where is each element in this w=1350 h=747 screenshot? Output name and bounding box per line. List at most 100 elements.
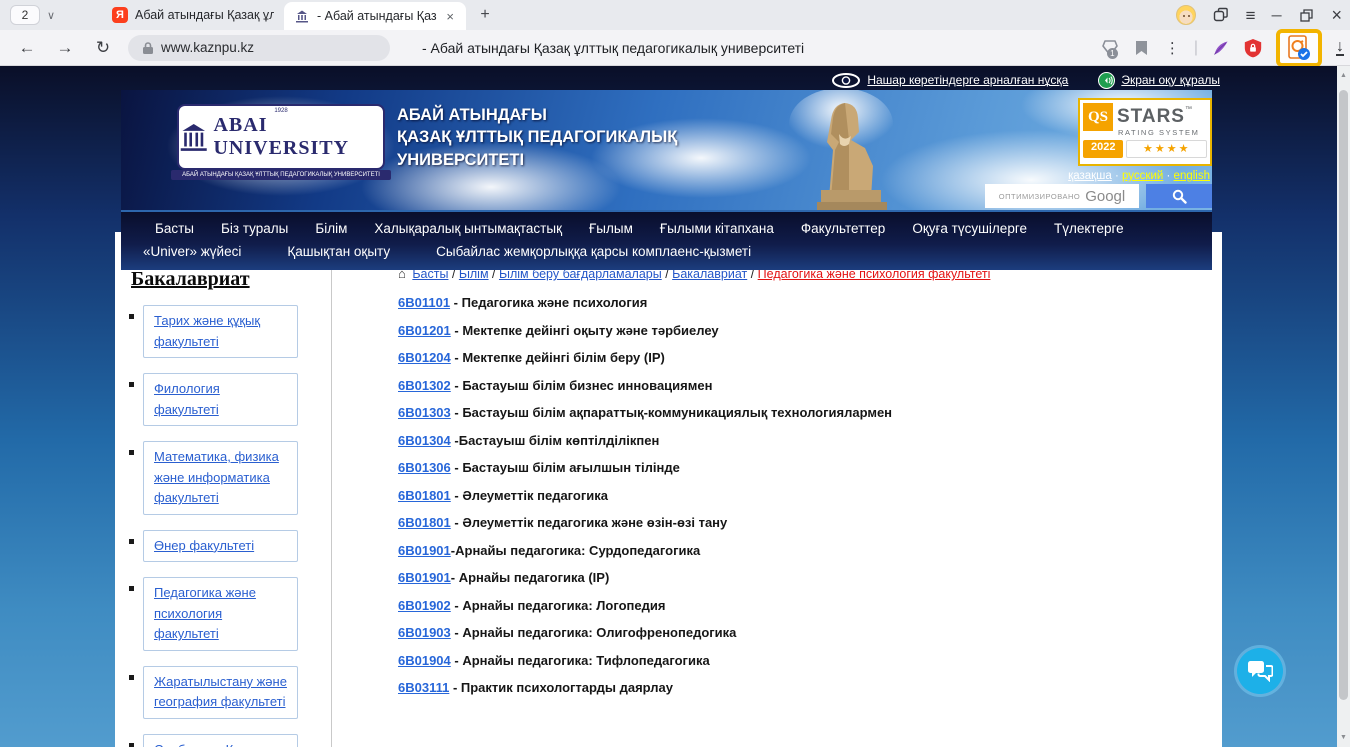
minimize-window-button[interactable]: ─ xyxy=(1272,8,1282,22)
program-row: 6B01201 - Мектепке дейінгі оқыту және тә… xyxy=(398,323,1212,338)
nav-link[interactable]: Сыбайлас жемқорлыққа қарсы комплаенс-қыз… xyxy=(436,244,751,259)
nav-link[interactable]: Факультеттер xyxy=(801,221,885,236)
nav-link[interactable]: Халықаралық ынтымақтастық xyxy=(374,221,562,236)
program-code-link[interactable]: 6B01201 xyxy=(398,323,451,338)
more-options-icon[interactable]: ⋮ xyxy=(1165,41,1180,56)
browser-toolbar: ← → ↻ www.kaznpu.kz - Абай атындағы Қаза… xyxy=(0,30,1350,66)
nav-link[interactable]: Оқуға түсушілерге xyxy=(912,221,1027,236)
university-logo[interactable]: ABAI UNIVERSITY 1928 АБАЙ АТЫНДАҒЫ ҚАЗАҚ… xyxy=(167,96,395,196)
program-name: - Арнайы педагогика: Логопедия xyxy=(451,598,666,613)
toolbar-divider: | xyxy=(1194,39,1198,57)
qs-stars-badge[interactable]: QS STARS™ RATING SYSTEM 2022 ★★★★ xyxy=(1078,98,1212,166)
program-code-link[interactable]: 6B01904 xyxy=(398,653,451,668)
profile-avatar[interactable] xyxy=(1176,5,1196,25)
collections-icon[interactable]: 1 xyxy=(1101,39,1119,57)
program-row: 6B01303 - Бастауыш білім ақпараттық-комм… xyxy=(398,405,1212,420)
forward-button[interactable]: → xyxy=(46,38,84,58)
lang-kazakh-link[interactable]: қазақша xyxy=(1068,170,1112,182)
qs-stars-word: STARS xyxy=(1117,106,1185,127)
program-code-link[interactable]: 6B01304 xyxy=(398,433,451,448)
close-window-button[interactable]: × xyxy=(1331,6,1342,24)
restore-window-button[interactable] xyxy=(1297,6,1315,24)
program-code-link[interactable]: 6B01801 xyxy=(398,488,451,503)
scrollbar-thumb[interactable] xyxy=(1339,90,1348,700)
logo-text: ABAI UNIVERSITY xyxy=(213,114,383,160)
program-row: 6B01901- Арнайы педагогика (IP) xyxy=(398,570,1212,585)
program-row: 6B01204 - Мектепке дейінгі білім беру (I… xyxy=(398,350,1212,365)
downloads-icon[interactable]: ↓ xyxy=(1336,40,1344,56)
webpage-viewport: Нашар көретіндерге арналған нұсқа Экран … xyxy=(0,66,1350,747)
feather-extension-icon[interactable] xyxy=(1212,39,1230,57)
faculty-link[interactable]: Сорбонна - Қазақстан институты xyxy=(154,742,286,747)
nav-link[interactable]: «Univer» жүйесі xyxy=(143,244,241,259)
scrollbar[interactable]: ▲ ▼ xyxy=(1337,66,1350,747)
accessibility-strip: Нашар көретіндерге арналған нұсқа Экран … xyxy=(115,69,1222,91)
adblock-shield-icon[interactable] xyxy=(1244,39,1262,57)
nav-link[interactable]: Біз туралы xyxy=(221,221,288,236)
lang-russian-link[interactable]: русский xyxy=(1122,170,1163,182)
faculty-link[interactable]: Тарих және құқық факультеті xyxy=(154,313,260,349)
address-bar[interactable]: www.kaznpu.kz xyxy=(128,35,390,61)
screen-reader-link[interactable]: Экран оқу құралы xyxy=(1098,72,1220,89)
faculty-link[interactable]: Жаратылыстану және география факультеті xyxy=(154,674,287,710)
search-icon xyxy=(1172,189,1187,204)
browser-tab-inactive[interactable]: Я Абай атындағы Қазақ ұлт xyxy=(102,0,284,30)
program-code-link[interactable]: 6B01903 xyxy=(398,625,451,640)
logo-banner-text: АБАЙ АТЫНДАҒЫ ҚАЗАҚ ҰЛТТЫҚ ПЕДАГОГИКАЛЫҚ… xyxy=(171,170,391,180)
chat-widget-button[interactable] xyxy=(1234,645,1286,697)
program-code-link[interactable]: 6B01901 xyxy=(398,570,451,585)
tab-count-button[interactable]: 2 xyxy=(10,5,40,25)
new-tab-button[interactable]: + xyxy=(472,2,498,28)
browser-tab-active[interactable]: - Абай атындағы Қазақ × xyxy=(284,2,466,30)
program-row: 6B01901-Арнайы педагогика: Сурдопедагоги… xyxy=(398,543,1212,558)
program-row: 6B01801 - Әлеуметтік педагогика xyxy=(398,488,1212,503)
collections-badge: 1 xyxy=(1107,48,1118,59)
abai-statue-image xyxy=(769,90,919,210)
faculty-link[interactable]: Математика, физика және информатика факу… xyxy=(154,449,279,505)
bullet-icon xyxy=(129,675,134,680)
google-search-input[interactable]: ОПТИМИЗИРОВАНО Googl xyxy=(985,184,1139,208)
nav-link[interactable]: Білім xyxy=(315,221,347,236)
back-button[interactable]: ← xyxy=(8,38,46,58)
tab-title: - Абай атындағы Қазақ xyxy=(317,9,437,23)
nav-link[interactable]: Басты xyxy=(155,221,194,236)
tabs-dropdown-chevron-icon[interactable]: ∨ xyxy=(40,9,62,22)
low-vision-version-link[interactable]: Нашар көретіндерге арналған нұсқа xyxy=(831,73,1068,88)
nav-link[interactable]: Ғылым xyxy=(589,221,633,236)
faculty-link[interactable]: Филология факультеті xyxy=(154,381,220,417)
bullet-icon xyxy=(129,743,134,747)
reload-button[interactable]: ↻ xyxy=(84,38,122,58)
program-code-link[interactable]: 6B01204 xyxy=(398,350,451,365)
program-code-link[interactable]: 6B01302 xyxy=(398,378,451,393)
url-text: www.kaznpu.kz xyxy=(161,40,254,55)
qs-stars: ★★★★ xyxy=(1126,140,1207,158)
bookmark-icon[interactable] xyxy=(1133,39,1151,57)
program-code-link[interactable]: 6B01101 xyxy=(398,295,450,310)
logo-year: 1928 xyxy=(274,108,287,114)
search-button[interactable] xyxy=(1146,184,1212,208)
google-branding: ОПТИМИЗИРОВАНО xyxy=(999,192,1080,201)
program-code-link[interactable]: 6B01306 xyxy=(398,460,451,475)
chat-bubbles-icon xyxy=(1247,660,1273,682)
lang-english-link[interactable]: english xyxy=(1174,170,1210,182)
certificate-extension-icon[interactable] xyxy=(1287,35,1311,61)
program-code-link[interactable]: 6B03111 xyxy=(398,680,449,695)
scroll-down-icon[interactable]: ▼ xyxy=(1337,734,1350,741)
close-tab-icon[interactable]: × xyxy=(444,9,456,24)
faculty-link[interactable]: Педагогика және психология факультеті xyxy=(154,585,256,641)
program-code-link[interactable]: 6B01303 xyxy=(398,405,451,420)
qs-subtitle: RATING SYSTEM xyxy=(1118,128,1207,137)
scroll-up-icon[interactable]: ▲ xyxy=(1337,72,1350,79)
qs-logo: QS xyxy=(1083,103,1113,131)
yandex-favicon: Я xyxy=(112,7,128,23)
nav-link[interactable]: Қашықтан оқыту xyxy=(287,244,390,259)
program-row: 6B01902 - Арнайы педагогика: Логопедия xyxy=(398,598,1212,613)
program-code-link[interactable]: 6B01901 xyxy=(398,543,451,558)
nav-link[interactable]: Ғылыми кітапхана xyxy=(660,221,774,236)
program-code-link[interactable]: 6B01801 xyxy=(398,515,451,530)
nav-link[interactable]: Түлектерге xyxy=(1054,221,1124,236)
program-code-link[interactable]: 6B01902 xyxy=(398,598,451,613)
browser-menu-icon[interactable]: ≡ xyxy=(1246,7,1256,24)
faculty-link[interactable]: Өнер факультеті xyxy=(154,538,254,553)
side-panels-icon[interactable] xyxy=(1212,6,1230,24)
